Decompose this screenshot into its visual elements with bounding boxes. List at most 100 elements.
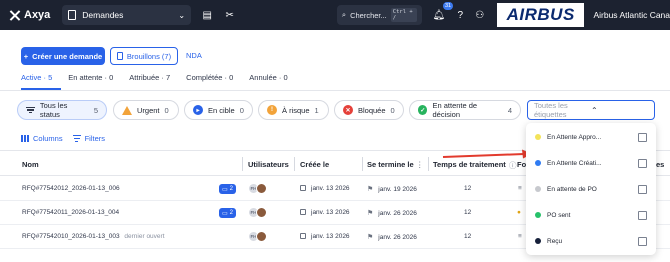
- export-document-icon[interactable]: ▤: [199, 6, 215, 24]
- request-name[interactable]: RFQ#77542011_2026-01-13_004: [22, 209, 119, 216]
- avatar-group[interactable]: FH: [248, 183, 267, 194]
- end-date: ⚑ janv. 19 2026: [367, 185, 417, 193]
- filter-awaiting-decision[interactable]: ✓ En attente de décision 4: [409, 100, 521, 120]
- filters-label: Filters: [84, 134, 106, 143]
- columns-label: Columns: [33, 134, 63, 143]
- request-name[interactable]: RFQ#77542010_2026-01-13_003 dernier ouve…: [22, 233, 165, 240]
- filter-on-target[interactable]: ▸ En cible 0: [184, 100, 253, 120]
- tag-color-dot: [535, 186, 541, 192]
- notification-bell-icon[interactable]: 🔔︎ 31: [431, 2, 454, 24]
- message-count-badge[interactable]: ▭ 2: [219, 208, 237, 218]
- filter-count: 0: [164, 105, 169, 115]
- column-separator[interactable]: [242, 157, 243, 171]
- create-request-label: Créer une demande: [32, 51, 103, 61]
- column-header-partial[interactable]: es: [656, 160, 664, 169]
- request-name[interactable]: RFQ#77542012_2026-01-13_006: [22, 185, 120, 192]
- tag-option[interactable]: Reçu: [526, 228, 656, 254]
- tag-option-label: En Attente Appro...: [547, 133, 602, 141]
- message-count: 2: [229, 186, 234, 192]
- message-count-badge[interactable]: ▭ 2: [219, 184, 237, 194]
- avatar-group[interactable]: FH: [248, 231, 267, 242]
- column-separator[interactable]: [362, 157, 363, 171]
- created-date: janv. 13 2026: [300, 185, 350, 192]
- tag-checkbox[interactable]: [638, 184, 647, 194]
- chat-icon: ▭: [222, 186, 228, 193]
- tag-checkbox[interactable]: [638, 210, 647, 220]
- search-input[interactable]: ⌕ Chercher... Ctrl + /: [336, 5, 422, 25]
- column-separator[interactable]: [428, 157, 429, 171]
- filter-label: En attente de décision: [432, 101, 478, 119]
- axya-logo-icon: [9, 10, 20, 21]
- module-label: Demandes: [82, 10, 124, 20]
- app-logo[interactable]: Axya: [9, 9, 50, 21]
- column-header-ends[interactable]: Se termine le: [367, 160, 414, 169]
- column-header-created[interactable]: Créée le: [300, 160, 329, 169]
- tab-assigned[interactable]: Attribuée · 7: [129, 73, 170, 82]
- tag-option[interactable]: En Attente Créati...: [526, 150, 656, 176]
- help-icon[interactable]: ?: [452, 6, 468, 24]
- avatar-group[interactable]: FH: [248, 207, 267, 218]
- supplier-icon: ≡: [518, 185, 522, 192]
- create-request-button[interactable]: + Créer une demande: [21, 47, 105, 65]
- tag-option[interactable]: PO sent: [526, 202, 656, 228]
- column-header-name[interactable]: Nom: [22, 160, 39, 169]
- drafts-button[interactable]: Brouillons (7): [110, 47, 178, 65]
- flag-icon: ⚑: [367, 234, 374, 241]
- avatar: [256, 207, 267, 218]
- document-icon: [116, 52, 123, 60]
- filters-button[interactable]: Filters: [72, 134, 106, 143]
- plus-icon: +: [23, 51, 29, 61]
- tab-cancelled[interactable]: Annulée · 0: [249, 73, 287, 82]
- request-name-text: RFQ#77542010_2026-01-13_003: [22, 233, 120, 240]
- filter-at-risk[interactable]: ! À risque 1: [258, 100, 329, 120]
- add-user-icon[interactable]: ⚇: [472, 6, 488, 24]
- last-opened-note: dernier ouvert: [124, 233, 165, 240]
- tab-completed[interactable]: Complétée · 0: [186, 73, 233, 82]
- nda-link[interactable]: NDA: [186, 51, 202, 60]
- column-separator[interactable]: [294, 157, 295, 171]
- filter-count: 0: [239, 105, 244, 115]
- end-date: ⚑ janv. 26 2026: [367, 209, 417, 217]
- search-icon: ⌕: [341, 10, 347, 19]
- end-date-text: janv. 26 2026: [378, 234, 417, 241]
- columns-button[interactable]: Columns: [21, 134, 63, 143]
- columns-icon: [21, 135, 29, 142]
- check-circle-icon: ✓: [418, 105, 428, 115]
- column-header-users[interactable]: Utilisateurs: [248, 160, 289, 169]
- sort-icon[interactable]: ⋮: [416, 160, 424, 169]
- calendar-icon: [300, 185, 306, 191]
- chevron-up-icon: ⌃: [591, 105, 598, 115]
- processing-time: 12: [464, 233, 472, 240]
- filter-blocked[interactable]: ✕ Bloquée 0: [334, 100, 404, 120]
- avatar: [256, 231, 267, 242]
- end-date-text: janv. 26 2026: [378, 210, 417, 217]
- tag-option-label: Reçu: [547, 237, 563, 245]
- module-select[interactable]: Demandes ⌄: [62, 5, 192, 25]
- tag-option-label: En Attente Créati...: [547, 159, 602, 167]
- tab-active[interactable]: Active · 5: [21, 73, 52, 82]
- search-placeholder: Chercher...: [350, 10, 387, 20]
- filter-label: À risque: [282, 105, 310, 115]
- status-tabs: Active · 5 En attente · 0 Attribuée · 7 …: [21, 73, 288, 82]
- tools-icon[interactable]: ✂: [221, 6, 237, 24]
- filter-icon: [72, 135, 81, 142]
- tag-option[interactable]: En attente de PO: [526, 176, 656, 202]
- tag-color-dot: [535, 134, 541, 140]
- message-count: 2: [229, 210, 234, 216]
- filter-label: Urgent: [137, 105, 160, 115]
- tag-checkbox[interactable]: [638, 236, 647, 246]
- flag-icon: ⚑: [367, 186, 374, 193]
- filter-all-status[interactable]: Tous les status 5: [17, 100, 107, 120]
- filter-label: Tous les status: [39, 101, 68, 119]
- table-toolbar: Columns Filters: [21, 134, 105, 143]
- top-bar: Axya Demandes ⌄ ▤ ✂ ⌕ Chercher... Ctrl +…: [0, 0, 670, 30]
- tag-checkbox[interactable]: [638, 158, 647, 168]
- tag-option[interactable]: En Attente Appro...: [526, 124, 656, 150]
- tag-checkbox[interactable]: [638, 132, 647, 142]
- filter-urgent[interactable]: Urgent 0: [113, 100, 179, 120]
- tags-select[interactable]: Toutes les étiquettes ⌃: [527, 100, 655, 120]
- document-icon: [68, 10, 77, 20]
- tab-pending[interactable]: En attente · 0: [68, 73, 113, 82]
- annotation-arrow-icon: [442, 149, 532, 159]
- organization-name[interactable]: Airbus Atlantic Cana: [593, 10, 670, 20]
